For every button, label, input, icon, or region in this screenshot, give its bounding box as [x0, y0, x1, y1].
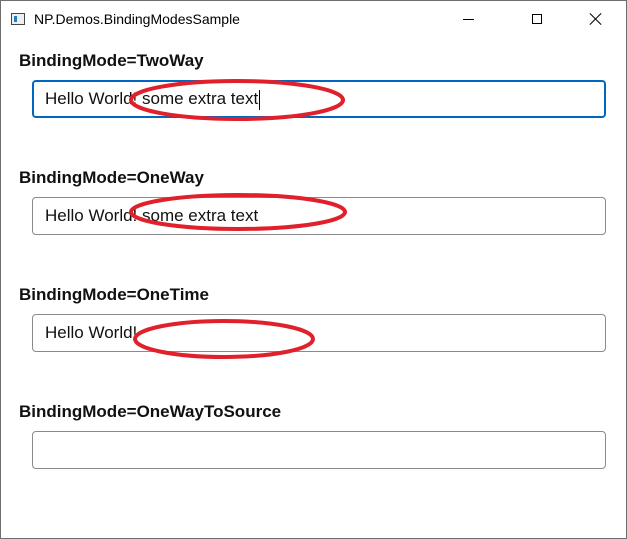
maximize-icon: [532, 14, 542, 24]
label-onewaytosource: BindingMode=OneWayToSource: [19, 402, 282, 421]
close-icon: [590, 13, 602, 25]
textbox-oneway-value: Hello World! some extra text: [45, 206, 259, 225]
title-bar[interactable]: NP.Demos.BindingModesSample: [1, 1, 626, 37]
textbox-onetime[interactable]: Hello World!: [32, 314, 606, 352]
maximize-button[interactable]: [514, 1, 560, 37]
textbox-onetime-value: Hello World!: [45, 323, 138, 342]
minimize-button[interactable]: [445, 1, 491, 37]
textbox-onewaytosource[interactable]: [32, 431, 606, 469]
label-twoway: BindingMode=TwoWay: [19, 51, 204, 70]
app-window-icon: [11, 13, 25, 25]
textbox-twoway-value: Hello World! some extra text: [45, 89, 259, 108]
label-oneway: BindingMode=OneWay: [19, 168, 204, 187]
minimize-icon: [462, 18, 474, 20]
label-onetime: BindingMode=OneTime: [19, 285, 210, 304]
window-title: NP.Demos.BindingModesSample: [34, 11, 240, 27]
textbox-twoway[interactable]: Hello World! some extra text: [32, 80, 606, 118]
close-button[interactable]: [573, 1, 619, 37]
text-caret: [259, 89, 261, 110]
textbox-oneway[interactable]: Hello World! some extra text: [32, 197, 606, 235]
